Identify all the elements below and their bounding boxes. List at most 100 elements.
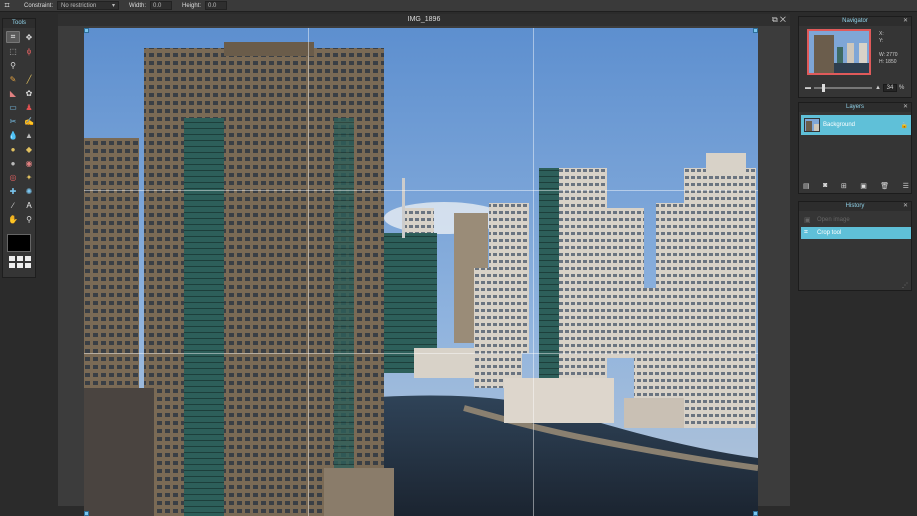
zoom-in-icon[interactable]: ▲ [875, 85, 881, 91]
crop-handle-bl[interactable] [84, 511, 89, 516]
gradient-icon[interactable]: ✿ [22, 87, 36, 99]
layers-title-text: Layers [845, 104, 864, 110]
resize-grip-icon[interactable]: ⋰ [902, 282, 908, 289]
grid-line-v1 [308, 28, 309, 516]
layer-settings-icon[interactable]: ▤ [803, 182, 810, 190]
lasso-icon[interactable]: ϕ [22, 45, 36, 57]
zoom-slider[interactable] [814, 84, 872, 92]
tools-grid: ⌗ ✥ ⬚ ϕ ⚲ ✎ ╱ ◣ ✿ ▭ ♟ ✂ ✍ 💧 ▲ ● ◆ ● ◉ ◎ … [3, 28, 35, 228]
grid-line-h2 [84, 353, 758, 354]
constraint-value: No restriction [61, 2, 97, 9]
navigator-panel: Navigator ✕ X: Y: W: 2770 H: 1850 ▬ ▲ 34… [798, 16, 912, 98]
text-tool-icon[interactable]: A [22, 199, 36, 211]
eraser-icon[interactable]: ╱ [22, 73, 36, 85]
clone-icon[interactable]: ▭ [6, 101, 20, 113]
layer-thumbnail [804, 118, 820, 132]
height-label: Height: [182, 2, 202, 9]
zoom-slider-knob[interactable] [822, 84, 825, 92]
sharpen-icon[interactable]: 💧 [6, 129, 20, 141]
options-bar: ⌗ Constraint: No restriction ▾ Width: 0.… [0, 0, 917, 12]
zoom-unit: % [898, 85, 905, 91]
restore-icon[interactable]: ⧉ [772, 15, 778, 24]
chevron-down-icon: ▾ [112, 3, 116, 9]
type-icon[interactable]: ∕ [6, 199, 20, 211]
spot-heal-icon[interactable]: ◎ [6, 171, 20, 183]
crop-handle-br[interactable] [753, 511, 758, 516]
move-icon[interactable]: ✥ [22, 31, 36, 43]
grid-line-v2 [533, 28, 534, 516]
history-item-label: Open image [817, 217, 850, 223]
document-window: IMG_1896 ⧉ ✕ [58, 14, 790, 516]
smudge-icon[interactable]: ▲ [22, 129, 36, 141]
marquee-icon[interactable]: ⬚ [6, 45, 20, 57]
color-swatch[interactable] [7, 234, 31, 252]
crop-icon[interactable]: ⌗ [6, 31, 20, 43]
layer-mask-icon[interactable]: ◙ [823, 182, 827, 190]
navigator-title-text: Navigator [842, 18, 868, 24]
h-value: 1850 [885, 59, 897, 65]
zoom-icon[interactable]: ⚲ [22, 213, 36, 225]
layers-panel: Layers ✕ Background 🔒 ▤ ◙ ⊞ ▣ 🗑 ☰ [798, 102, 912, 194]
history-item-crop-tool[interactable]: ⌗ Crop tool [801, 227, 911, 239]
navigator-info: X: Y: W: 2770 H: 1850 [879, 31, 898, 66]
bloat-icon[interactable]: ✦ [22, 171, 36, 183]
document-title: IMG_1896 [58, 14, 790, 26]
pinch-icon[interactable]: ✚ [6, 185, 20, 197]
constraint-label: Constraint: [24, 2, 54, 9]
window-controls: ⧉ ✕ [772, 15, 786, 25]
h-label: H: [879, 59, 884, 65]
city-photo [84, 28, 758, 516]
bucket-icon[interactable]: ◣ [6, 87, 20, 99]
canvas-image[interactable] [84, 28, 758, 516]
dodge-icon[interactable]: ◆ [22, 143, 36, 155]
red-eye-icon[interactable]: ◉ [22, 157, 36, 169]
constraint-dropdown[interactable]: No restriction ▾ [57, 1, 120, 10]
lock-icon[interactable]: 🔒 [901, 122, 908, 129]
sponge-icon[interactable]: ● [6, 143, 20, 155]
history-title-text: History [845, 203, 865, 209]
wand-icon[interactable]: ⚲ [6, 59, 20, 71]
brush-icon[interactable]: ✎ [6, 73, 20, 85]
tools-panel: Tools ⌗ ✥ ⬚ ϕ ⚲ ✎ ╱ ◣ ✿ ▭ ♟ ✂ ✍ 💧 ▲ ● ◆ … [2, 18, 36, 278]
colorpicker-icon[interactable]: ✺ [22, 185, 36, 197]
hand-icon[interactable]: ✋ [6, 213, 20, 225]
layer-styles-icon[interactable]: ⊞ [841, 182, 847, 190]
grid-line-h1 [84, 190, 758, 191]
new-layer-icon[interactable]: ▣ [860, 182, 867, 190]
close-icon[interactable]: ✕ [903, 103, 908, 112]
close-icon[interactable]: ✕ [780, 15, 786, 24]
crop-tool-icon[interactable]: ⌗ [0, 0, 14, 12]
burn-icon[interactable]: ● [6, 157, 20, 169]
x-label: X: [879, 31, 884, 37]
grid-view-icon[interactable] [9, 256, 31, 268]
crop-handle-tl[interactable] [84, 28, 89, 33]
zoom-control: ▬ ▲ 34 % [805, 83, 909, 93]
layer-toolbar: ▤ ◙ ⊞ ▣ 🗑 ☰ [803, 182, 909, 190]
crop-handle-tr[interactable] [753, 28, 758, 33]
navigator-thumbnail[interactable] [807, 29, 871, 75]
height-input[interactable]: 0.0 [205, 1, 228, 10]
color-replace-icon[interactable]: ♟ [22, 101, 36, 113]
w-label: W: [879, 52, 886, 58]
pencil-icon[interactable] [22, 59, 36, 71]
delete-layer-icon[interactable]: 🗑 [880, 182, 889, 190]
menu-icon[interactable]: ☰ [903, 182, 909, 190]
zoom-input[interactable]: 34 [882, 84, 897, 92]
navigator-title: Navigator ✕ [799, 17, 911, 26]
width-label: Width: [129, 2, 147, 9]
close-icon[interactable]: ✕ [903, 202, 908, 211]
drawing-icon[interactable]: ✂ [6, 115, 20, 127]
y-label: Y: [879, 38, 884, 44]
zoom-out-icon[interactable]: ▬ [805, 85, 811, 91]
history-item-label: Crop tool [817, 230, 842, 236]
tools-title: Tools [3, 19, 35, 28]
history-panel: History ✕ ▣ Open image ⌗ Crop tool ⋰ [798, 201, 912, 291]
close-icon[interactable]: ✕ [903, 17, 908, 26]
width-input[interactable]: 0.0 [150, 1, 173, 10]
history-item-open-image[interactable]: ▣ Open image [801, 214, 911, 226]
history-title: History ✕ [799, 202, 911, 211]
layer-item-background[interactable]: Background 🔒 [801, 115, 911, 135]
w-value: 2770 [886, 52, 898, 58]
blur-icon[interactable]: ✍ [22, 115, 36, 127]
navigator-thumb-image [809, 31, 869, 73]
